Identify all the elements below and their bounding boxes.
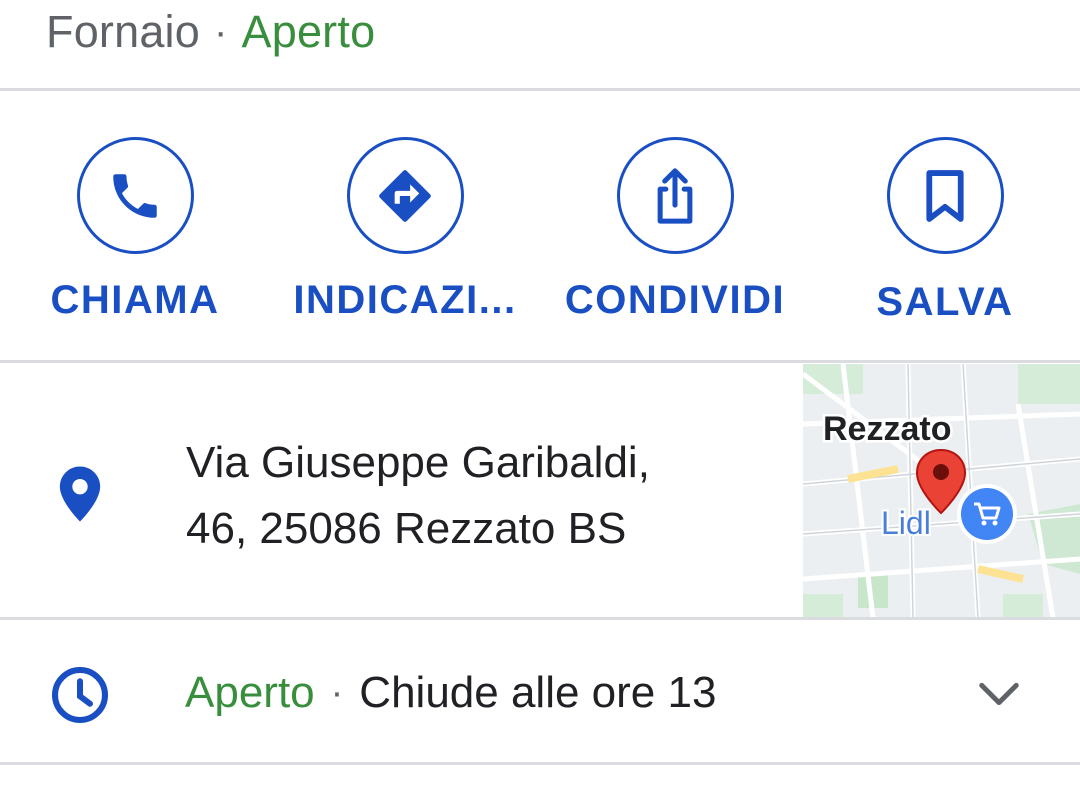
map-thumbnail[interactable]: Rezzato Lidl	[803, 364, 1080, 618]
share-label[interactable]: CONDIVIDI	[565, 278, 785, 323]
separator-dot: ·	[330, 671, 344, 714]
shopping-cart-icon	[957, 484, 1017, 544]
open-status: Aperto	[241, 6, 376, 57]
call-label[interactable]: CHIAMA	[51, 278, 220, 323]
directions-icon	[379, 169, 431, 222]
divider	[0, 360, 1080, 363]
place-category: Fornaio	[46, 6, 200, 57]
phone-icon	[113, 173, 157, 218]
divider	[0, 88, 1080, 91]
directions-button[interactable]: INDICAZI...	[285, 137, 525, 323]
save-label[interactable]: SALVA	[876, 280, 1013, 325]
clock-icon	[52, 667, 108, 723]
share-button[interactable]: CONDIVIDI	[555, 137, 795, 323]
address-line-2: 46, 25086 Rezzato BS	[186, 504, 627, 553]
divider	[0, 617, 1080, 620]
address-line-1: Via Giuseppe Garibaldi,	[186, 438, 650, 487]
hours-status: Aperto	[185, 668, 315, 717]
share-circle[interactable]	[616, 137, 734, 254]
call-button[interactable]: CHIAMA	[15, 137, 255, 323]
directions-label[interactable]: INDICAZI...	[293, 278, 516, 323]
save-button[interactable]: SALVA	[825, 137, 1065, 325]
hours-text[interactable]: Aperto · Chiude alle ore 13	[185, 664, 716, 722]
place-subtitle: Fornaio · Aperto	[46, 2, 375, 62]
map-graphic: Rezzato Lidl	[803, 364, 1080, 618]
map-poi-label: Lidl	[881, 505, 931, 541]
share-icon	[657, 167, 693, 224]
save-circle[interactable]	[886, 137, 1004, 254]
bookmark-icon	[926, 169, 964, 222]
directions-circle[interactable]	[346, 137, 464, 254]
closing-time: Chiude alle ore 13	[359, 668, 717, 717]
address-text[interactable]: Via Giuseppe Garibaldi, 46, 25086 Rezzat…	[186, 430, 650, 562]
map-place-label: Rezzato	[823, 410, 951, 448]
separator-dot: ·	[213, 9, 228, 54]
chevron-down-icon[interactable]	[976, 676, 1022, 710]
call-circle[interactable]	[76, 137, 194, 254]
divider	[0, 762, 1080, 765]
location-pin-icon	[59, 466, 101, 522]
